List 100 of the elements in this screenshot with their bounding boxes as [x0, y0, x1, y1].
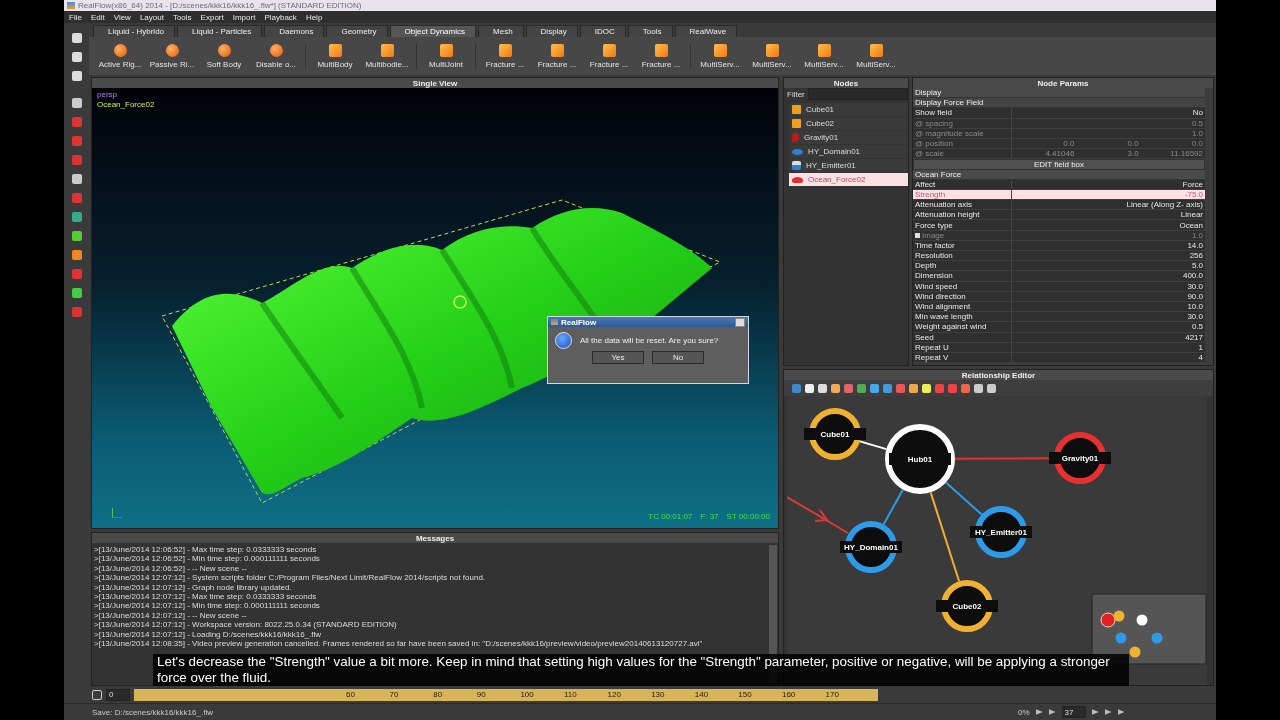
param-value: 4217	[1184, 332, 1204, 342]
param-label: Repeat U	[915, 342, 949, 352]
menu-item[interactable]: Layout	[139, 12, 164, 22]
param-row[interactable]: Attenuation height Linear	[913, 210, 1205, 221]
frame-label: F: 37	[700, 512, 719, 521]
param-value: 90.0	[1186, 291, 1204, 301]
disc-icon	[792, 148, 803, 155]
node-list-item[interactable]: Gravity01	[789, 131, 908, 144]
dialog-title: RealFlow	[561, 317, 598, 327]
param-label: Force type	[915, 220, 953, 230]
section-header[interactable]: Ocean Force	[913, 169, 1205, 180]
shelf-tab[interactable]: RealWave	[674, 25, 738, 37]
param-value: -75.0	[1183, 189, 1204, 199]
param-row[interactable]: Min wave length 30.0	[913, 312, 1205, 323]
node-list-item[interactable]: Ocean_Force02	[789, 173, 908, 186]
param-value: 30.0	[1186, 312, 1204, 322]
param-row[interactable]: Wind alignment 10.0	[913, 301, 1205, 313]
shelf-tab[interactable]: Object Dynamics	[389, 25, 476, 37]
filter-field[interactable]	[807, 88, 908, 100]
param-label: Dimension	[915, 271, 953, 281]
menu-item[interactable]: Tools	[172, 12, 192, 22]
param-row[interactable]: Affect Force	[913, 179, 1205, 190]
menu-item[interactable]: View	[113, 12, 131, 22]
section-header[interactable]: Display	[913, 88, 1205, 99]
param-value: 1.0	[1190, 230, 1204, 240]
panel-header: Node Params	[913, 78, 1213, 88]
timeline-track[interactable]: 60 70 80 90 100 110 120 130 140 150 160 170	[134, 688, 878, 701]
image-icon	[915, 232, 920, 238]
play-icon[interactable]	[1091, 709, 1099, 715]
param-value: 1.0	[1190, 128, 1204, 138]
edit-button[interactable]: EDIT field box	[913, 159, 1205, 170]
param-row[interactable]: Dimension 400.0	[913, 271, 1205, 282]
subsection-header[interactable]: Display Force Field	[913, 98, 1205, 109]
param-row[interactable]: Time factor 14.0	[913, 240, 1205, 251]
param-row[interactable]: Wind direction 90.0	[913, 291, 1205, 302]
param-value: 256	[1188, 251, 1204, 261]
node-list-item[interactable]: HY_Domain01	[789, 145, 908, 158]
log-line: >[13/June/2014 12:06:52] - Max time step: 0.0333333 seconds	[94, 545, 318, 555]
cube-icon	[869, 43, 883, 57]
shelf-tab[interactable]: Daemons	[264, 25, 325, 37]
param-row[interactable]: Repeat U 1	[913, 342, 1205, 353]
shelf-tab[interactable]: Mesh	[478, 25, 524, 37]
shelf-tab[interactable]: Liquid - Particles	[177, 25, 263, 37]
menu-item[interactable]: Playback	[264, 12, 297, 22]
param-row[interactable]: Force type Ocean	[913, 220, 1205, 231]
shelf-tab[interactable]: Liquid - Hybrido	[93, 25, 176, 37]
log-line: >[13/June/2014 12:07:12] - System scripts folder C:/Program Files/Next Limit/RealFlow 2014/scripts not found.	[94, 573, 487, 583]
node-list-item[interactable]: HY_Emitter01	[789, 159, 908, 172]
param-row[interactable]: Wind speed 30.0	[913, 281, 1205, 292]
close-icon[interactable]	[735, 317, 745, 327]
param-row[interactable]: Seed 4217	[913, 332, 1205, 343]
tick-label: 140	[694, 690, 710, 699]
question-icon	[555, 332, 572, 349]
panel-header: Messages	[92, 533, 778, 543]
tick-label: 150	[738, 690, 753, 699]
shelf-tab[interactable]: IDOC	[579, 25, 626, 37]
param-value: 5.0	[1190, 261, 1204, 271]
param-row[interactable]: Show field No	[913, 108, 1205, 119]
panel-header: Relationship Editor	[784, 370, 1213, 380]
cube-icon	[654, 43, 668, 57]
log-line: >[13/June/2014 12:06:52] - -- New scene --	[94, 563, 248, 574]
param-label: Repeat V	[915, 352, 949, 362]
graph-node[interactable]: Hub01	[885, 424, 955, 494]
node-list-item[interactable]: Cube01	[789, 103, 908, 116]
menu-item[interactable]: Import	[232, 12, 256, 22]
dialog-button[interactable]: Yes	[592, 351, 644, 364]
log-line: >[13/June/2014 12:07:12] - Loading D:/scenes/kkk16/kkk16_.flw	[94, 629, 323, 640]
tick-label: 90	[476, 690, 487, 699]
shelf-tab[interactable]: Display	[525, 25, 578, 37]
menu-item[interactable]: File	[69, 12, 82, 22]
menu-item[interactable]: Edit	[90, 12, 105, 22]
param-value: 0.0	[1062, 139, 1076, 149]
frame-field[interactable]: 37	[1061, 706, 1086, 718]
cube-icon	[765, 43, 779, 57]
shelf-tab[interactable]: Geometry	[326, 25, 388, 37]
param-value: 0.5	[1190, 118, 1204, 128]
param-row[interactable]: Repeat V 4	[913, 352, 1205, 364]
param-row[interactable]: Weight against wind 0.5	[913, 322, 1205, 333]
dialog-message: All the data will be reset. Are you sure?	[580, 336, 719, 345]
panel-header: Single View	[92, 78, 778, 88]
cube-icon	[380, 43, 394, 57]
log-line: >[13/June/2014 12:07:12] - -- New scene --	[94, 610, 248, 621]
param-row[interactable]: Resolution 256	[913, 251, 1205, 262]
tick-label: 170	[825, 690, 840, 699]
frame-field[interactable]: 0	[106, 688, 130, 701]
lock-icon[interactable]	[92, 689, 102, 700]
param-value: Linear	[1179, 210, 1204, 220]
menu-item[interactable]: Help	[305, 12, 323, 22]
sphere-icon	[217, 43, 231, 57]
shelf-tab[interactable]: Tools	[627, 25, 673, 37]
node-list-item[interactable]: Cube02	[789, 117, 908, 130]
param-value: 30.0	[1186, 281, 1204, 291]
param-row[interactable]: Depth 5.0	[913, 261, 1205, 272]
log-line: >[13/June/2014 12:07:12] - Max time step: 0.0333333 seconds	[94, 592, 318, 602]
menu-item[interactable]: Export	[200, 12, 224, 22]
dialog-button[interactable]: No	[652, 351, 704, 364]
app-logo-icon	[67, 2, 75, 9]
param-row[interactable]: Strength -75.0	[913, 189, 1205, 201]
cube-icon	[439, 43, 453, 57]
subtitle-caption: Let's decrease the "Strength" value a bit more. Keep in mind that setting high values for the "Strength" parameter, positive or negative, will be applying a stronger force over the fluid.	[153, 654, 1129, 686]
